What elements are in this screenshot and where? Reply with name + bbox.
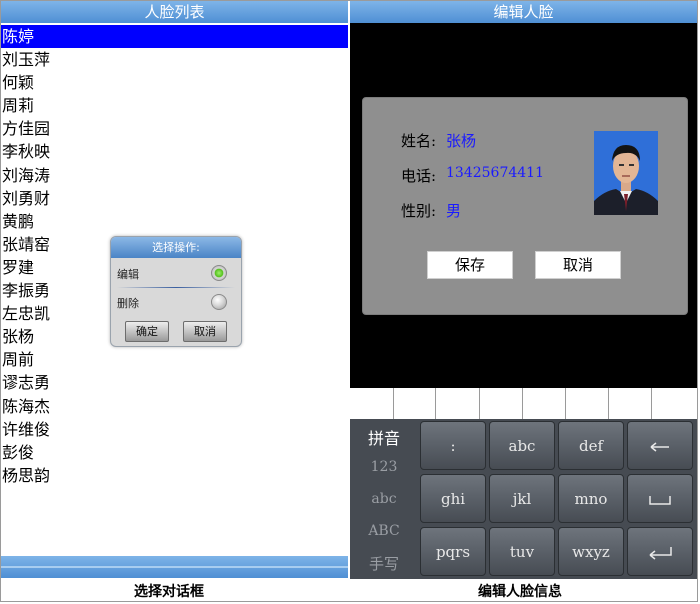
key-abc[interactable]: abc	[489, 421, 555, 470]
backspace-icon	[650, 442, 669, 452]
list-item[interactable]: 刘海涛	[1, 164, 348, 187]
gender-field[interactable]: 男	[446, 200, 461, 221]
enter-icon	[649, 547, 672, 560]
list-item[interactable]: 杨思韵	[1, 464, 348, 487]
bottom-bar	[1, 556, 348, 578]
mode-ABC[interactable]: ABC	[350, 523, 418, 539]
candidate-bar	[350, 388, 697, 419]
face-photo	[594, 131, 658, 215]
edit-face-screen: 编辑人脸 姓名: 张杨 电话: 13425674411 性别: 男 保存 取消	[350, 1, 697, 579]
list-item[interactable]: 李秋映	[1, 140, 348, 163]
right-caption: 编辑人脸信息	[478, 584, 562, 600]
option-delete-label: 删除	[117, 297, 139, 310]
face-list-title: 人脸列表	[1, 1, 348, 23]
candidate-slot[interactable]	[566, 388, 609, 419]
key-wxyz[interactable]: wxyz	[558, 527, 624, 576]
key-def[interactable]: def	[558, 421, 624, 470]
option-edit-label: 编辑	[117, 268, 139, 281]
key-space[interactable]	[627, 474, 693, 523]
mode-123[interactable]: 123	[350, 459, 418, 475]
name-label: 姓名:	[401, 132, 437, 150]
key-jkl[interactable]: jkl	[489, 474, 555, 523]
list-item[interactable]: 刘勇财	[1, 187, 348, 210]
key-colon[interactable]: :	[420, 421, 486, 470]
candidate-slot[interactable]	[394, 388, 436, 419]
gender-label: 性别:	[401, 202, 437, 220]
key-ghi[interactable]: ghi	[420, 474, 486, 523]
input-mode-column: 拼音 123 abc ABC 手写	[350, 419, 418, 579]
dialog-title: 选择操作:	[111, 237, 241, 258]
candidate-slot[interactable]	[480, 388, 523, 419]
phone-label: 电话:	[401, 167, 437, 185]
dialog-cancel-button[interactable]: 取消	[183, 321, 227, 342]
ok-button[interactable]: 确定	[125, 321, 169, 342]
edit-radio[interactable]	[211, 265, 227, 281]
onscreen-keyboard: 拼音 123 abc ABC 手写 : abc def ghi jkl mno …	[350, 419, 697, 579]
option-divider	[117, 287, 235, 288]
name-field[interactable]: 张杨	[446, 130, 476, 151]
list-item[interactable]: 陈海杰	[1, 395, 348, 418]
face-list-screen: 人脸列表 陈婷 刘玉萍 何颖 周莉 方佳园 李秋映 刘海涛 刘勇财 黄鹏 张靖窑 罗建 李振勇 左忠凯张…	[1, 1, 348, 579]
list-item[interactable]: 刘玉萍	[1, 48, 348, 71]
edit-face-form: 姓名: 张杨 电话: 13425674411 性别: 男 保存 取消	[362, 97, 688, 315]
list-item[interactable]: 陈婷	[1, 25, 348, 49]
edit-face-title: 编辑人脸	[350, 1, 697, 23]
phone-field[interactable]: 13425674411	[446, 165, 544, 181]
candidate-slot[interactable]	[609, 388, 652, 419]
watermark: CSDN @正点原子	[551, 579, 666, 595]
list-item[interactable]: 周莉	[1, 94, 348, 117]
cancel-button[interactable]: 取消	[535, 251, 621, 279]
key-mno[interactable]: mno	[558, 474, 624, 523]
list-item[interactable]: 许维俊	[1, 418, 348, 441]
candidate-slot[interactable]	[523, 388, 566, 419]
list-item[interactable]: 何颖	[1, 71, 348, 94]
candidate-slot[interactable]	[652, 388, 697, 419]
select-operation-dialog: 选择操作: 编辑 删除 确定 取消	[110, 236, 242, 347]
candidate-slot[interactable]	[436, 388, 480, 419]
list-item[interactable]: 方佳园	[1, 117, 348, 140]
key-enter[interactable]	[627, 527, 693, 576]
mode-pinyin[interactable]: 拼音	[350, 425, 418, 449]
mode-handwrite[interactable]: 手写	[350, 553, 418, 574]
list-item[interactable]: 彭俊	[1, 441, 348, 464]
mode-abc[interactable]: abc	[350, 491, 418, 507]
delete-radio[interactable]	[211, 294, 227, 310]
candidate-slot[interactable]	[350, 388, 394, 419]
space-icon	[649, 496, 671, 505]
key-pqrs[interactable]: pqrs	[420, 527, 486, 576]
list-item[interactable]: 黄鹏	[1, 210, 348, 233]
left-caption: 选择对话框	[134, 584, 204, 600]
key-tuv[interactable]: tuv	[489, 527, 555, 576]
save-button[interactable]: 保存	[427, 251, 513, 279]
list-item[interactable]: 周前	[1, 348, 348, 371]
list-item[interactable]: 谬志勇	[1, 371, 348, 394]
key-backspace[interactable]	[627, 421, 693, 470]
